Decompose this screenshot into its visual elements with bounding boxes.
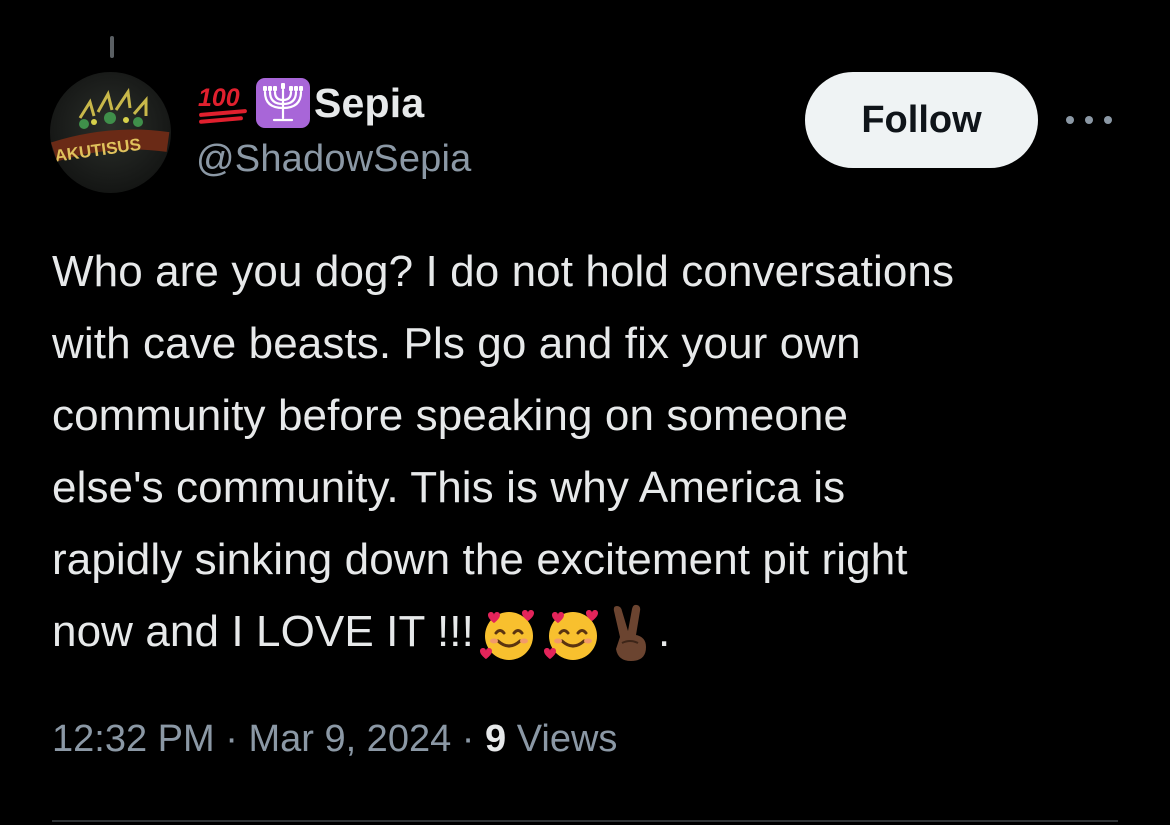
tweet-text: Who are you dog? I do not hold conversat… xyxy=(52,236,1132,668)
smiling-face-with-hearts-icon xyxy=(479,610,534,661)
more-dot xyxy=(1085,116,1093,124)
more-options-icon[interactable] xyxy=(1066,108,1112,132)
tweet-text-line: community before speaking on someone xyxy=(52,391,849,440)
author-display-name[interactable]: Sepia xyxy=(314,80,424,127)
tweet-emoji-row xyxy=(478,603,658,665)
tweet-time[interactable]: 12:32 PM xyxy=(52,718,215,760)
tweet-header: 100 Sepia @ShadowSepia xyxy=(196,78,472,181)
tweet-text-line-last-text: now and I LOVE IT !!! xyxy=(52,607,474,656)
more-dot xyxy=(1104,116,1112,124)
tweet-text-line: rapidly sinking down the excitement pit … xyxy=(52,535,908,584)
author-name-row[interactable]: 100 Sepia xyxy=(196,78,472,128)
hundred-points-icon: 100 xyxy=(196,80,252,126)
tweet-metadata: 12:32 PM · Mar 9, 2024 · 9 Views xyxy=(52,718,617,761)
meta-separator: · xyxy=(225,718,238,760)
author-handle[interactable]: @ShadowSepia xyxy=(196,138,472,181)
tweet-text-line: Who are you dog? I do not hold conversat… xyxy=(52,247,955,296)
more-dot xyxy=(1066,116,1074,124)
divider xyxy=(52,820,1118,822)
tweet-date[interactable]: Mar 9, 2024 xyxy=(248,718,451,760)
tweet-text-line-last: now and I LOVE IT !!! . xyxy=(52,596,1132,668)
tweet-text-line: with cave beasts. Pls go and fix your ow… xyxy=(52,319,861,368)
victory-hand-icon xyxy=(613,605,646,662)
svg-text:100: 100 xyxy=(198,84,240,112)
meta-separator: · xyxy=(461,718,475,760)
tweet-text-line: else's community. This is why America is xyxy=(52,463,846,512)
views-label[interactable]: Views xyxy=(517,718,618,760)
smiling-face-with-hearts-icon xyxy=(543,610,598,661)
avatar-image: AKUTISUS xyxy=(50,87,170,166)
menorah-icon xyxy=(256,78,310,128)
views-count[interactable]: 9 xyxy=(485,718,506,760)
thread-connector-line xyxy=(110,36,114,58)
tweet-text-trailing-dot: . xyxy=(657,607,671,656)
avatar[interactable]: AKUTISUS xyxy=(50,72,171,193)
follow-button[interactable]: Follow xyxy=(805,72,1038,168)
